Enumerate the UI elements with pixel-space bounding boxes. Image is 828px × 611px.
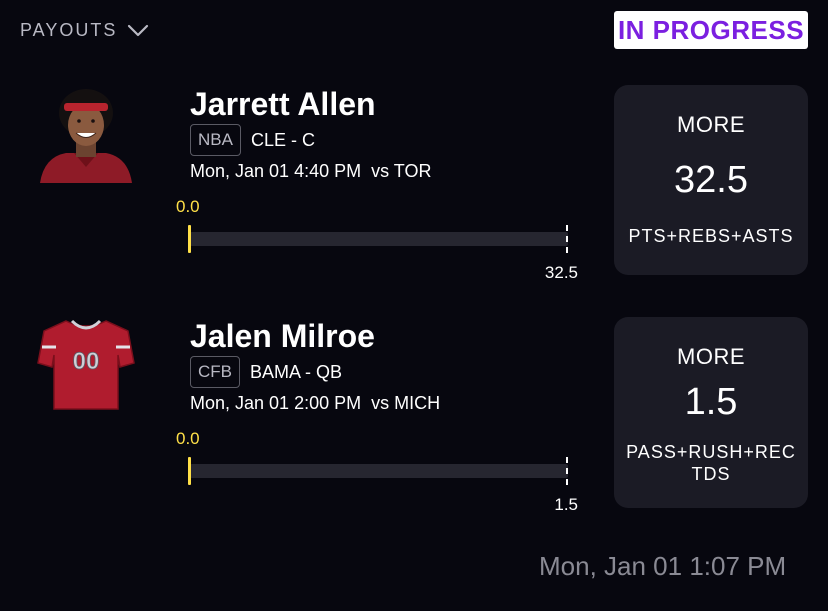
prop-card[interactable]: MORE 32.5 PTS+REBS+ASTS <box>614 85 808 275</box>
league-team-row: NBA CLE - C <box>190 124 315 156</box>
prop-stat-line-2: TDS <box>691 464 731 484</box>
jersey-number: 00 <box>73 348 100 375</box>
prop-stat: PASS+RUSH+REC TDS <box>614 441 808 485</box>
player-headshot <box>36 87 136 183</box>
progress-target-value: 1.5 <box>554 495 578 514</box>
progress-current-value: 0.0 <box>176 429 200 448</box>
prop-direction: MORE <box>677 112 745 137</box>
progress-start-marker <box>188 457 191 485</box>
prop-card[interactable]: MORE 1.5 PASS+RUSH+REC TDS <box>614 317 808 508</box>
jersey-icon: 00 <box>37 319 135 410</box>
entry-screen: PAYOUTS IN PROGRESS Jarrett Allen NBA CL… <box>0 0 828 611</box>
player-name: Jalen Milroe <box>190 318 375 354</box>
footer-timestamp: Mon, Jan 01 1:07 PM <box>539 551 787 581</box>
chevron-down-icon <box>128 24 149 36</box>
progress-target-marker <box>566 457 568 485</box>
prop-stat-line-1: PASS+RUSH+REC <box>626 442 796 462</box>
league-badge: CFB <box>190 356 240 388</box>
progress-target-marker <box>566 225 568 253</box>
prop-line: 1.5 <box>684 381 738 423</box>
progress-start-marker <box>188 225 191 253</box>
team-position: CLE - C <box>250 129 315 150</box>
player-name: Jarrett Allen <box>190 86 376 122</box>
league-team-row: CFB BAMA - QB <box>190 356 342 388</box>
prop-direction: MORE <box>677 344 745 369</box>
game-time: Mon, Jan 01 2:00 PM vs MICH <box>190 393 441 413</box>
progress-target-value: 32.5 <box>544 263 578 282</box>
team-position: BAMA - QB <box>250 361 343 382</box>
progress-track <box>190 232 568 246</box>
progress-current-value: 0.0 <box>176 197 200 216</box>
game-time: Mon, Jan 01 4:40 PM vs TOR <box>190 161 432 181</box>
progress-track <box>190 464 568 478</box>
prop-line: 32.5 <box>674 159 748 201</box>
status-badge: IN PROGRESS <box>614 11 808 49</box>
payouts-dropdown[interactable]: PAYOUTS <box>20 20 149 41</box>
prop-stat: PTS+REBS+ASTS <box>628 226 794 246</box>
payouts-label: PAYOUTS <box>20 20 118 40</box>
league-badge: NBA <box>190 124 241 156</box>
